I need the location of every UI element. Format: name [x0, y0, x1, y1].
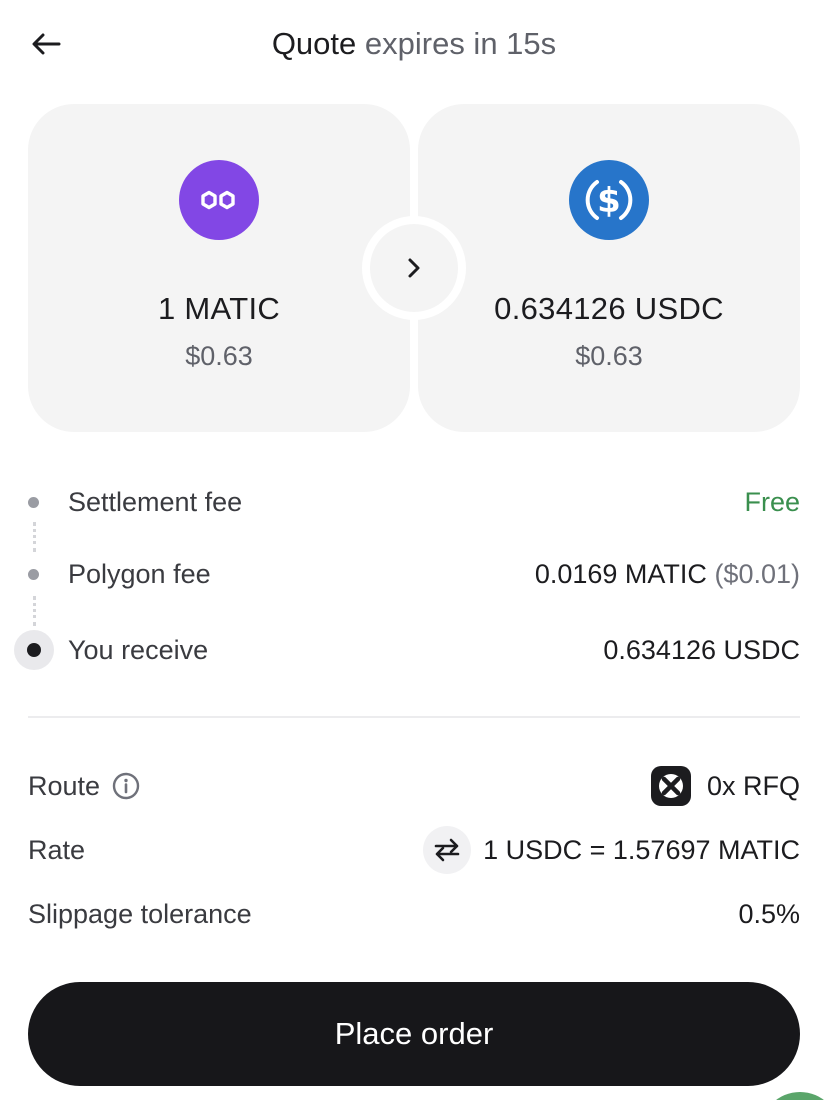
from-token-fiat: $0.63 — [185, 341, 253, 371]
swap-arrows-icon[interactable] — [423, 826, 472, 874]
info-icon[interactable] — [112, 772, 140, 800]
receive-value: 0.634126 USDC — [603, 634, 800, 665]
route-value: 0x RFQ — [706, 770, 800, 801]
slippage-label: Slippage tolerance — [28, 898, 252, 929]
route-value-wrap: 0x RFQ — [650, 766, 800, 806]
fee-row-receive: You receive 0.634126 USDC — [14, 630, 800, 670]
from-token-amount: 1 MATIC — [157, 291, 281, 326]
quote-title: Quote expires in 15s — [0, 26, 828, 62]
0x-logo-icon — [650, 766, 691, 806]
network-fee-label: Polygon fee — [68, 558, 211, 589]
rate-value-wrap: 1 USDC = 1.57697 MATIC — [423, 826, 800, 874]
to-token-amount: 0.634126 USDC — [494, 291, 724, 326]
quote-title-label: Quote — [271, 26, 357, 61]
polygon-icon — [179, 160, 259, 240]
timeline-connector — [33, 522, 36, 552]
quote-expiry: expires in 15s — [364, 26, 557, 61]
from-token-card: 1 MATIC $0.63 — [28, 104, 410, 432]
network-fee-fiat: ($0.01) — [714, 558, 800, 589]
route-row: Route 0x RFQ — [28, 764, 800, 808]
to-token-card: $ 0.634126 USDC $0.63 — [418, 104, 800, 432]
settlement-fee-label: Settlement fee — [68, 486, 243, 517]
usdc-icon: $ — [569, 160, 649, 240]
route-label: Route — [28, 770, 101, 801]
network-fee-amount: 0.0169 MATIC — [534, 558, 707, 589]
to-token-fiat: $0.63 — [575, 341, 643, 371]
timeline-dot — [28, 568, 39, 580]
svg-text:$: $ — [597, 181, 621, 221]
fee-row-network: Polygon fee 0.0169 MATIC ($0.01) — [28, 554, 800, 594]
settlement-fee-value: Free — [744, 486, 800, 517]
header: Quote expires in 15s — [0, 0, 828, 90]
rate-label: Rate — [28, 834, 86, 865]
timeline-dot-active — [14, 630, 54, 670]
chevron-right-icon — [408, 258, 420, 278]
route-label-wrap: Route — [28, 771, 140, 802]
swap-direction-indicator — [362, 216, 466, 320]
timeline-connector — [33, 596, 36, 626]
rate-row: Rate 1 USDC = 1.57697 MATIC — [28, 826, 800, 874]
receive-label: You receive — [68, 634, 209, 665]
fee-row-settlement: Settlement fee Free — [28, 482, 800, 522]
place-order-button[interactable]: Place order — [28, 982, 800, 1086]
network-fee-value: 0.0169 MATIC ($0.01) — [535, 559, 800, 590]
slippage-row: Slippage tolerance 0.5% — [28, 892, 800, 936]
timeline-dot — [28, 496, 39, 508]
chat-widget-button[interactable] — [760, 1092, 828, 1100]
slippage-value[interactable]: 0.5% — [738, 899, 800, 930]
divider — [28, 716, 800, 718]
rate-value: 1 USDC = 1.57697 MATIC — [483, 834, 800, 865]
